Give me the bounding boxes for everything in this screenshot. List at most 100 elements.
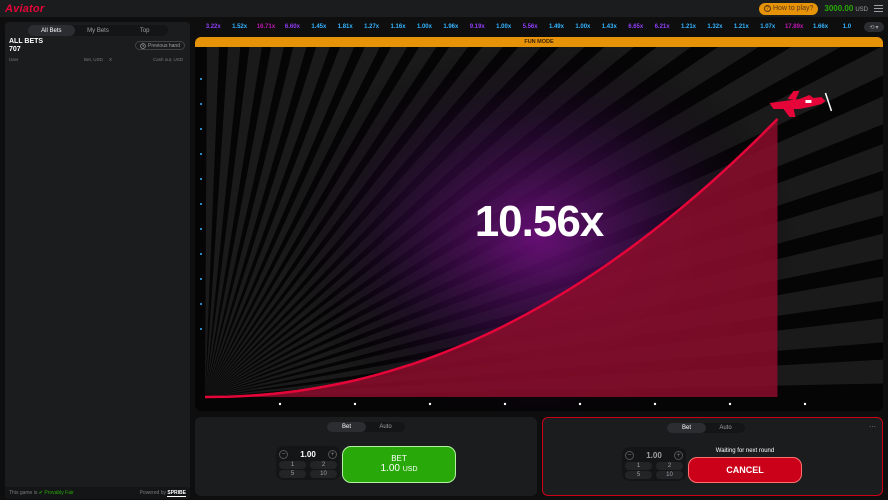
history-multiplier[interactable]: 17.89x <box>781 24 807 30</box>
provably-fair-note: This game is ✔ Provably Fair <box>9 490 74 496</box>
quick-amount-button[interactable]: 5 <box>279 470 306 478</box>
history-multiplier[interactable]: 1.00x <box>411 24 437 30</box>
history-multiplier[interactable]: 9.19x <box>464 24 490 30</box>
history-multiplier[interactable]: 1.21x <box>728 24 754 30</box>
history-multiplier[interactable]: 1.96x <box>438 24 464 30</box>
tab-all-bets[interactable]: All Bets <box>28 25 75 36</box>
more-icon[interactable]: ⋯ <box>869 423 876 431</box>
hamburger-menu-icon[interactable] <box>874 5 883 12</box>
col-bet: Bet, USD <box>84 57 103 62</box>
balance-currency: USD <box>855 7 868 13</box>
tab-auto[interactable]: Auto <box>366 422 405 432</box>
game-canvas: FUN MODE 10.56x <box>195 37 883 411</box>
history-multiplier[interactable]: 1.07x <box>755 24 781 30</box>
y-axis-dot <box>200 278 202 280</box>
plus-icon[interactable]: + <box>673 450 683 460</box>
powered-by: Powered by SPRIBE <box>140 490 186 497</box>
bet-button[interactable]: BET 1.00 USD <box>342 446 456 483</box>
how-to-play-label: How to play? <box>772 5 814 12</box>
top-bar: Aviator ? How to play? 3000.00 USD <box>0 0 888 17</box>
cancel-button[interactable]: CANCEL <box>688 457 802 483</box>
quick-amount-button[interactable]: 5 <box>625 471 652 479</box>
history-multiplier[interactable]: 1.00x <box>490 24 516 30</box>
history-multiplier[interactable]: 1.52x <box>226 24 252 30</box>
history-multiplier[interactable]: 1.49x <box>543 24 569 30</box>
history-multiplier[interactable]: 1.66x <box>807 24 833 30</box>
y-axis-dot <box>200 328 202 330</box>
bet-panel-2: Bet Auto ⋯ − 1.00 + 1 2 5 10 Waiting for… <box>542 417 883 496</box>
sidebar-footer: This game is ✔ Provably Fair Powered by … <box>5 487 190 499</box>
bet-panel-1: Bet Auto − 1.00 + 1 2 5 10 BET 1.00 USD <box>195 417 537 496</box>
question-icon: ? <box>763 5 771 12</box>
quick-amount-button[interactable]: 1 <box>279 461 306 469</box>
minus-icon[interactable]: − <box>625 450 634 460</box>
x-axis-dot <box>278 402 282 406</box>
balance: 3000.00 USD <box>824 4 868 13</box>
quick-amount-button[interactable]: 2 <box>310 461 337 469</box>
bet-mode-tabs: Bet Auto <box>667 423 745 433</box>
history-multiplier[interactable]: 1.16x <box>385 24 411 30</box>
x-axis-dot <box>803 402 807 406</box>
bet-amount-currency: USD <box>402 466 418 473</box>
y-axis-dot <box>200 253 202 255</box>
previous-hand-button[interactable]: Previous hand <box>135 41 185 50</box>
history-multiplier[interactable]: 5.56x <box>517 24 543 30</box>
provider-logo: SPRIBE <box>167 490 186 497</box>
history-multiplier[interactable]: 1.43x <box>596 24 622 30</box>
top-right: ? How to play? 3000.00 USD <box>758 2 883 15</box>
stake-stepper: − 1.00 + <box>279 449 337 459</box>
tab-bet[interactable]: Bet <box>667 423 706 433</box>
tab-bet[interactable]: Bet <box>327 422 366 432</box>
history-multiplier[interactable]: 1.45x <box>306 24 332 30</box>
x-axis-dot <box>728 402 732 406</box>
logo: Aviator <box>5 2 45 15</box>
history-multiplier[interactable]: 1.0 <box>834 24 860 30</box>
history-multiplier[interactable]: 1.21x <box>675 24 701 30</box>
history-icon: ⟲ <box>869 24 875 31</box>
history-multiplier[interactable]: 6.21x <box>649 24 675 30</box>
quick-amounts: 1 2 5 10 <box>279 461 337 478</box>
stake-stepper: − 1.00 + <box>625 450 683 460</box>
all-bets-summary: ALL BETS 707 <box>9 38 43 54</box>
quick-amount-button[interactable]: 10 <box>656 471 683 479</box>
history-multiplier[interactable]: 6.60x <box>279 24 305 30</box>
quick-amount-button[interactable]: 2 <box>656 462 683 470</box>
waiting-status: Waiting for next round <box>715 448 775 454</box>
history-multiplier[interactable]: 1.00x <box>570 24 596 30</box>
history-multiplier[interactable]: 1.32x <box>702 24 728 30</box>
history-dropdown-button[interactable]: ⟲ ▾ <box>864 22 884 32</box>
y-axis-dot <box>200 103 202 105</box>
x-axis-dot <box>653 402 657 406</box>
quick-amount-button[interactable]: 10 <box>310 470 337 478</box>
y-axis-dot <box>200 128 202 130</box>
history-multiplier[interactable]: 16.71x <box>253 24 279 30</box>
bet-amount-value: 1.00 <box>380 463 400 474</box>
plus-icon[interactable]: + <box>327 449 337 459</box>
tab-top[interactable]: Top <box>121 25 168 36</box>
bet-mode-tabs: Bet Auto <box>327 422 405 432</box>
x-axis-dot <box>428 402 432 406</box>
how-to-play-button[interactable]: ? How to play? <box>758 2 819 15</box>
tab-auto[interactable]: Auto <box>706 423 745 433</box>
x-axis-dot <box>578 402 582 406</box>
round-history: 3.22x 1.52x 16.71x 6.60x 1.45x 1.81x 1.27x 1.16… <box>200 22 860 32</box>
fun-mode-bar: FUN MODE <box>195 37 883 47</box>
y-axis-dot <box>200 303 202 305</box>
bet-button-amount: 1.00 USD <box>380 464 417 475</box>
balance-value: 3000.00 <box>824 4 854 13</box>
history-multiplier[interactable]: 6.65x <box>623 24 649 30</box>
history-multiplier[interactable]: 1.27x <box>358 24 384 30</box>
history-multiplier[interactable]: 1.81x <box>332 24 358 30</box>
stake-amount[interactable]: 1.00 <box>300 450 316 459</box>
previous-hand-label: Previous hand <box>148 42 180 49</box>
tab-my-bets[interactable]: My Bets <box>75 25 122 36</box>
all-bets-title: ALL BETS <box>9 38 44 45</box>
bets-tabs: All Bets My Bets Top <box>28 25 168 36</box>
history-multiplier[interactable]: 3.22x <box>200 24 226 30</box>
provably-fair-link[interactable]: Provably Fair <box>44 490 73 496</box>
stake-amount[interactable]: 1.00 <box>646 451 662 460</box>
col-user: User <box>9 57 19 62</box>
quick-amount-button[interactable]: 1 <box>625 462 652 470</box>
stake-control: − 1.00 + 1 2 5 10 <box>622 447 686 481</box>
minus-icon[interactable]: − <box>279 449 288 459</box>
